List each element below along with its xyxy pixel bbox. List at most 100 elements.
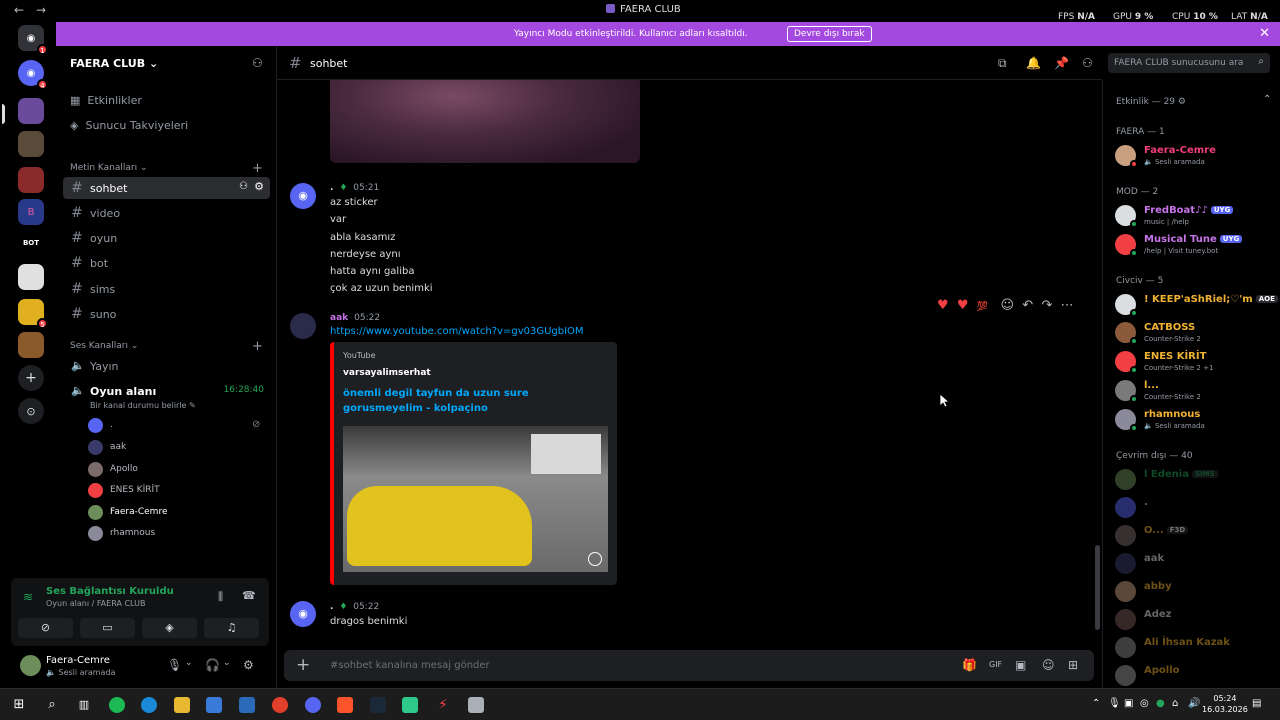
message-input[interactable]: #sohbet kanalına mesaj gönder: [330, 660, 490, 671]
task-view-icon[interactable]: ▥: [76, 697, 92, 713]
voice-channel-yayin[interactable]: 🔈 Yayın: [63, 355, 270, 377]
add-member-icon[interactable]: ⚇: [252, 56, 263, 70]
valorant-icon[interactable]: ⚡: [435, 697, 451, 713]
mail-icon[interactable]: [239, 697, 255, 713]
avatar[interactable]: [20, 655, 41, 676]
avatar[interactable]: ◉: [290, 601, 316, 627]
member-item[interactable]: .: [1115, 495, 1275, 521]
edge-icon[interactable]: [141, 697, 157, 713]
channel-sims[interactable]: # sims: [63, 278, 270, 300]
sticker-icon[interactable]: ▣: [1015, 658, 1026, 672]
play-icon[interactable]: [588, 552, 602, 566]
guild-name[interactable]: FAERA CLUB ⌄: [70, 57, 158, 70]
member-item[interactable]: ! KEEP'aShRiel;♡'m AOE: [1115, 292, 1278, 318]
voice-channel-oyun-alani[interactable]: 🔈 Oyun alanı 16:28:40: [63, 380, 270, 402]
emoji-icon[interactable]: ☺: [1042, 658, 1055, 672]
chevron-down-icon[interactable]: ⌄: [223, 658, 231, 668]
member-item[interactable]: aak: [1115, 551, 1275, 577]
steam-icon[interactable]: [370, 697, 386, 713]
chevron-up-icon[interactable]: ⌃: [1263, 94, 1271, 105]
camera-off-button[interactable]: ⊘: [18, 618, 73, 638]
file-explorer-icon[interactable]: [174, 697, 190, 713]
disconnect-icon[interactable]: ☎: [242, 589, 256, 602]
avatar[interactable]: [290, 313, 316, 339]
voice-channels-category[interactable]: Ses Kanalları ⌄ +: [70, 339, 263, 354]
embed-title[interactable]: önemli degil tayfun da uzun sure gorusme…: [343, 386, 583, 416]
voice-status-subtitle[interactable]: Oyun alanı / FAERA CLUB: [46, 599, 145, 608]
channel-suno[interactable]: # suno: [63, 303, 270, 325]
system-clock[interactable]: 05:24 16.03.2026: [1202, 693, 1248, 715]
threads-icon[interactable]: ⧉: [998, 56, 1007, 71]
bell-icon[interactable]: 🔔: [1026, 56, 1041, 70]
member-item[interactable]: Musical Tune UYG/help | Visit tuney.bot: [1115, 232, 1275, 258]
add-channel-icon[interactable]: +: [252, 339, 263, 354]
image-attachment[interactable]: [330, 80, 640, 163]
server-icon[interactable]: [18, 131, 44, 157]
attach-plus-icon[interactable]: +: [296, 655, 310, 675]
server-icon[interactable]: B: [18, 199, 44, 225]
member-item[interactable]: CATBOSS Counter-Strike 2: [1115, 320, 1275, 346]
user-name[interactable]: Faera-Cemre: [46, 655, 110, 666]
members-icon[interactable]: ⚇: [1082, 56, 1093, 70]
member-item[interactable]: Apollo: [1115, 663, 1275, 689]
chrome-icon[interactable]: [272, 697, 288, 713]
member-item[interactable]: Ali İhsan Kazak: [1115, 635, 1275, 661]
server-icon[interactable]: [18, 264, 44, 290]
direct-messages-icon[interactable]: ◉ 1: [18, 25, 48, 55]
text-channels-category[interactable]: Metin Kanalları ⌄ +: [70, 161, 263, 176]
hundred-reaction-icon[interactable]: 💯: [977, 302, 988, 312]
tray-icon[interactable]: ▣: [1124, 698, 1133, 709]
disable-streamer-mode-button[interactable]: Devre dışı bırak: [787, 26, 872, 42]
app-icon[interactable]: [402, 697, 418, 713]
chevron-down-icon[interactable]: ⌄: [185, 658, 193, 668]
reply-icon[interactable]: ↶: [1022, 298, 1033, 313]
heart-reaction-icon[interactable]: ♥: [957, 298, 969, 313]
search-input[interactable]: FAERA CLUB sunucusunu ara ⌕: [1108, 53, 1270, 73]
member-item[interactable]: O... F3D: [1115, 523, 1275, 549]
channel-oyun[interactable]: # oyun: [63, 227, 270, 249]
discover-icon[interactable]: ⊙: [18, 398, 44, 424]
add-channel-icon[interactable]: +: [252, 161, 263, 176]
activities-button[interactable]: ◈: [142, 618, 197, 638]
channel-sohbet[interactable]: # sohbet ⚇ ⚙: [63, 177, 270, 199]
spotify-icon[interactable]: [109, 697, 125, 713]
apps-icon[interactable]: ⊞: [1068, 658, 1078, 672]
avatar[interactable]: ◉: [290, 183, 316, 209]
gear-icon[interactable]: ⚙: [254, 180, 264, 193]
boosts-item[interactable]: ◈ Sunucu Takviyeleri: [70, 119, 188, 132]
forward-icon[interactable]: ↷: [1041, 298, 1052, 313]
gif-icon[interactable]: GIF: [989, 660, 1002, 669]
member-item[interactable]: l Edenia SIMS: [1115, 467, 1275, 493]
member-item[interactable]: Faera-Cemre 🔈 Sesli aramada: [1115, 143, 1275, 169]
channel-bot[interactable]: # bot: [63, 252, 270, 274]
faera-club-server-icon[interactable]: [18, 98, 44, 124]
server-icon[interactable]: [18, 332, 44, 358]
server-icon[interactable]: 5: [18, 299, 48, 329]
channel-status-prompt[interactable]: Bir kanal durumu belirle ✎: [90, 401, 196, 410]
mic-tray-icon[interactable]: 🎙: [1108, 698, 1121, 709]
volume-icon[interactable]: 🔊: [1188, 698, 1200, 709]
discord-icon[interactable]: [305, 697, 321, 713]
youtube-link[interactable]: https://www.youtube.com/watch?v=gv03GUgb…: [330, 326, 584, 337]
embed-author[interactable]: varsayalimserhat: [343, 368, 431, 378]
member-item[interactable]: Adez: [1115, 607, 1275, 633]
network-icon[interactable]: ⌂: [1172, 698, 1178, 709]
heart-reaction-icon[interactable]: ♥: [937, 298, 949, 313]
close-icon[interactable]: ✕: [1259, 26, 1270, 41]
events-item[interactable]: ▦ Etkinlikler: [70, 94, 142, 107]
video-thumbnail[interactable]: [343, 426, 608, 572]
tray-icon[interactable]: ●: [1156, 698, 1165, 709]
screen-share-button[interactable]: ▭: [80, 618, 135, 638]
back-arrow-icon[interactable]: ←: [14, 3, 24, 17]
member-item[interactable]: abby: [1115, 579, 1275, 605]
member-item[interactable]: l... Counter-Strike 2: [1115, 378, 1275, 404]
notifications-icon[interactable]: ▤: [1252, 698, 1261, 709]
chat-scrollbar[interactable]: [1095, 545, 1100, 630]
search-icon[interactable]: ⌕: [44, 697, 60, 713]
server-icon[interactable]: [18, 167, 44, 193]
channel-video[interactable]: # video: [63, 202, 270, 224]
gear-icon[interactable]: ⚙: [243, 658, 254, 672]
forward-arrow-icon[interactable]: →: [36, 3, 46, 17]
brave-icon[interactable]: [337, 697, 353, 713]
noise-suppression-icon[interactable]: ⫼: [218, 590, 223, 604]
